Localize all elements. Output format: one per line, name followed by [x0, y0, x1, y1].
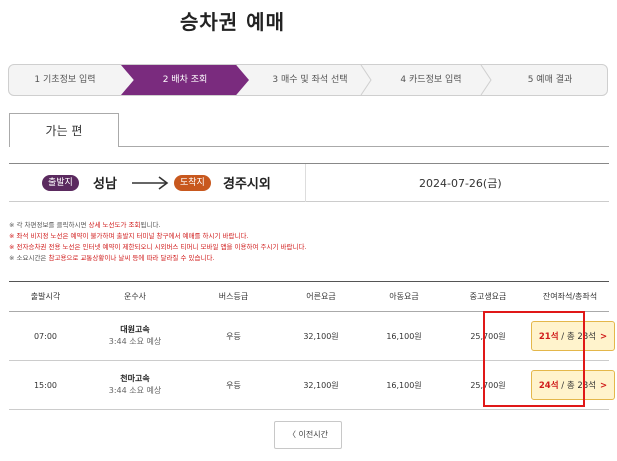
table-row[interactable]: 15:00 천마고속 3:44 소요 예상 우등 32,100원 16,100원…	[9, 360, 615, 410]
arrival-city: 경주시외	[223, 177, 271, 192]
dispatch-table: 출발시각 운수사 버스등급 어른요금 아동요금 중고생요금 잔여좌석/총좌석 0…	[9, 281, 615, 410]
departure-time: 07:00	[9, 311, 82, 361]
header-departure-time: 출발시각	[9, 281, 82, 312]
page-title: 승차권 예매	[180, 10, 285, 34]
seats-available: 21석	[538, 332, 559, 342]
adult-fare: 32,100원	[279, 360, 363, 410]
step-result: 5 예매 결과	[527, 75, 573, 85]
bus-company: 대원고속 3:44 소요 예상	[82, 311, 188, 361]
header-seats: 잔여좌석/총좌석	[531, 281, 609, 312]
arrival-badge: 도착지	[174, 175, 211, 191]
route-divider	[305, 164, 306, 202]
seats-available: 24석	[538, 381, 559, 391]
chevron-right-icon: >	[599, 332, 608, 342]
notice-item: ※ 좌석 비지정 노선은 예약이 불가하며 출발지 터미널 창구에서 예매를 하…	[9, 232, 249, 240]
company-name: 대원고속	[120, 325, 150, 334]
notice-item: ※ 각 차편정보를 클릭하시면 상세 노선도가 조회됩니다.	[9, 221, 161, 229]
notice-list: ※ 각 차편정보를 클릭하시면 상세 노선도가 조회됩니다. ※ 좌석 비지정 …	[9, 220, 609, 264]
seat-select-button[interactable]: 21석 / 총 28석 >	[531, 321, 615, 351]
notice-item: ※ 전자승차권 전용 노선은 인터넷 예약이 제한되오니 시외버스 티머니 모바…	[9, 243, 307, 251]
header-company: 운수사	[82, 281, 188, 312]
trip-duration: 3:44 소요 예상	[108, 386, 162, 395]
step-card-info: 4 카드정보 입력	[400, 75, 462, 85]
youth-fare: 25,700원	[445, 360, 531, 410]
tab-outbound[interactable]: 가는 편	[9, 113, 119, 147]
header-youth-fare: 중고생요금	[445, 281, 531, 312]
bus-company: 천마고속 3:44 소요 예상	[82, 360, 188, 410]
header-bus-grade: 버스등급	[188, 281, 279, 312]
adult-fare: 32,100원	[279, 311, 363, 361]
step-seat-select: 3 매수 및 좌석 선택	[272, 75, 348, 85]
child-fare: 16,100원	[363, 360, 445, 410]
child-fare: 16,100원	[363, 311, 445, 361]
travel-date: 2024-07-26(금)	[419, 177, 502, 190]
company-name: 천마고속	[120, 374, 150, 383]
bus-grade: 우등	[188, 311, 279, 361]
trip-duration: 3:44 소요 예상	[108, 337, 162, 346]
header-adult-fare: 어른요금	[279, 281, 363, 312]
seats-cell: 24석 / 총 28석 >	[531, 360, 615, 410]
seats-total: / 총 28석	[558, 381, 596, 391]
step-progress-bar: 1 기초정보 입력 2 배차 조회 3 매수 및 좌석 선택 4 카드정보 입력…	[8, 64, 608, 96]
route-summary: 출발지 성남 도착지 경주시외 2024-07-26(금)	[9, 163, 609, 202]
youth-fare: 25,700원	[445, 311, 531, 361]
bus-grade: 우등	[188, 360, 279, 410]
chevron-right-icon: >	[599, 381, 608, 391]
table-row[interactable]: 07:00 대원고속 3:44 소요 예상 우등 32,100원 16,100원…	[9, 311, 615, 361]
step-dispatch-lookup: 2 배차 조회	[121, 65, 249, 95]
departure-city: 성남	[93, 177, 117, 192]
departure-badge: 출발지	[42, 175, 79, 191]
previous-time-button[interactable]: 〈 이전시간	[274, 421, 342, 449]
seats-cell: 21석 / 총 28석 >	[531, 311, 615, 361]
departure-time: 15:00	[9, 360, 82, 410]
long-right-arrow-icon	[131, 175, 169, 194]
seat-select-button[interactable]: 24석 / 총 28석 >	[531, 370, 615, 400]
seats-total: / 총 28석	[558, 332, 596, 342]
notice-item: ※ 소요시간은 참고용으로 교통상황이나 날씨 등에 따라 달라질 수 있습니다…	[9, 254, 215, 262]
step-basic-info: 1 기초정보 입력	[34, 75, 96, 85]
header-child-fare: 아동요금	[363, 281, 445, 312]
